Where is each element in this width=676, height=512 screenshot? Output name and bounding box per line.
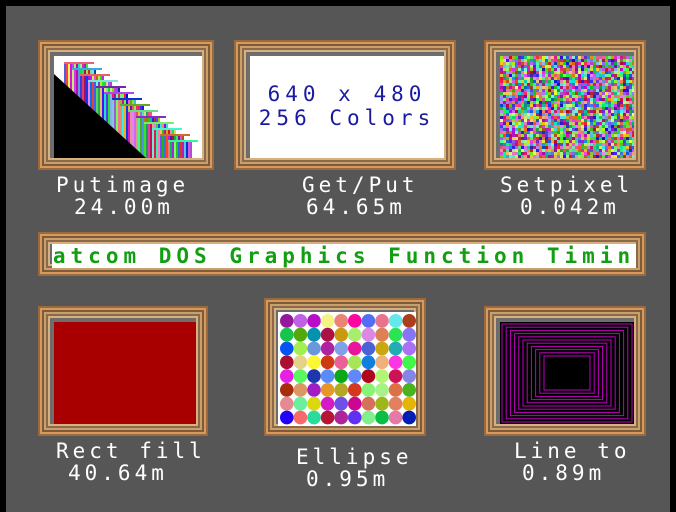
resolution-line-1: 640 x 480 (267, 82, 427, 106)
putimage-label: Putimage (56, 173, 190, 197)
rectfill-panel (38, 306, 208, 436)
lineto-panel (484, 306, 646, 436)
title-text: Watcom DOS Graphics Function Timing (52, 244, 636, 268)
ellipse-panel (264, 298, 426, 436)
putimage-preview (54, 56, 202, 158)
getput-label: Get/Put (302, 173, 419, 197)
setpixel-label: Setpixel (500, 173, 634, 197)
title-banner: Watcom DOS Graphics Function Timing (38, 232, 646, 276)
resolution-line-2: 256 Colors (258, 106, 436, 130)
lineto-rectangles (501, 323, 633, 423)
putimage-panel (38, 40, 214, 170)
getput-panel: 640 x 480 256 Colors (234, 40, 456, 170)
setpixel-panel (484, 40, 646, 170)
lineto-label: Line to (514, 439, 631, 463)
setpixel-time: 0.042m (520, 195, 620, 219)
ellipse-time: 0.95m (306, 467, 390, 491)
graphics-screen: Putimage 24.00m 640 x 480 256 Colors Get… (6, 6, 670, 512)
rect-fill-block (54, 322, 196, 424)
putimage-time: 24.00m (74, 195, 174, 219)
ellipse-grid (278, 312, 416, 426)
rectfill-label: Rect fill (56, 439, 206, 463)
ellipse-label: Ellipse (296, 445, 413, 469)
setpixel-noise (500, 56, 634, 158)
getput-time: 64.65m (306, 195, 406, 219)
rectfill-time: 40.64m (68, 461, 168, 485)
lineto-time: 0.89m (522, 461, 606, 485)
